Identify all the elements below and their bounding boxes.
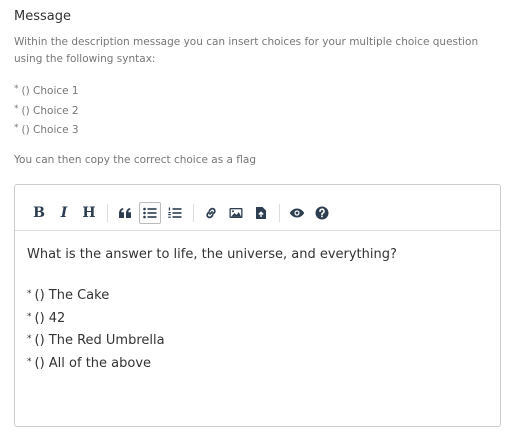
choice-item: *() All of the above	[27, 355, 152, 371]
choice-item: *() 42	[27, 310, 66, 326]
choice-item: *() The Cake	[27, 288, 110, 303]
toolbar-divider	[107, 204, 108, 222]
editor-content[interactable]: What is the answer to life, the universe…	[15, 231, 500, 374]
preview-icon[interactable]	[286, 202, 308, 224]
upload-file-icon[interactable]	[250, 202, 272, 224]
field-label: Message	[14, 9, 71, 24]
markdown-editor: B I H What is the answer to life, the un…	[14, 184, 501, 427]
image-icon[interactable]	[225, 202, 247, 224]
quote-icon[interactable]	[114, 202, 136, 224]
help-text: Within the description message you can i…	[14, 34, 508, 169]
choice-item: *() The Red Umbrella	[27, 333, 165, 348]
syntax-example: *() Choice 2	[14, 103, 79, 117]
ordered-list-icon[interactable]	[164, 202, 186, 224]
question-text: What is the answer to life, the universe…	[27, 247, 397, 262]
syntax-examples: *() Choice 1 *() Choice 2 *() Choice 3	[14, 81, 508, 140]
unordered-list-icon[interactable]	[139, 202, 161, 224]
editor-toolbar: B I H	[15, 185, 500, 231]
help-intro: Within the description message you can i…	[14, 36, 479, 65]
help-icon[interactable]	[311, 202, 333, 224]
heading-icon[interactable]: H	[78, 202, 100, 224]
link-icon[interactable]	[200, 202, 222, 224]
message-field: Message Within the description message y…	[0, 0, 518, 440]
bold-icon[interactable]: B	[28, 202, 50, 224]
italic-icon[interactable]: I	[53, 202, 75, 224]
syntax-example: *() Choice 1	[14, 84, 79, 97]
syntax-example: *() Choice 3	[14, 123, 79, 136]
toolbar-divider	[279, 204, 280, 222]
help-after: You can then copy the correct choice as …	[14, 153, 257, 166]
choice-list: *() The Cake *() 42 *() The Red Umbrella…	[27, 284, 500, 374]
toolbar-divider	[193, 204, 194, 222]
